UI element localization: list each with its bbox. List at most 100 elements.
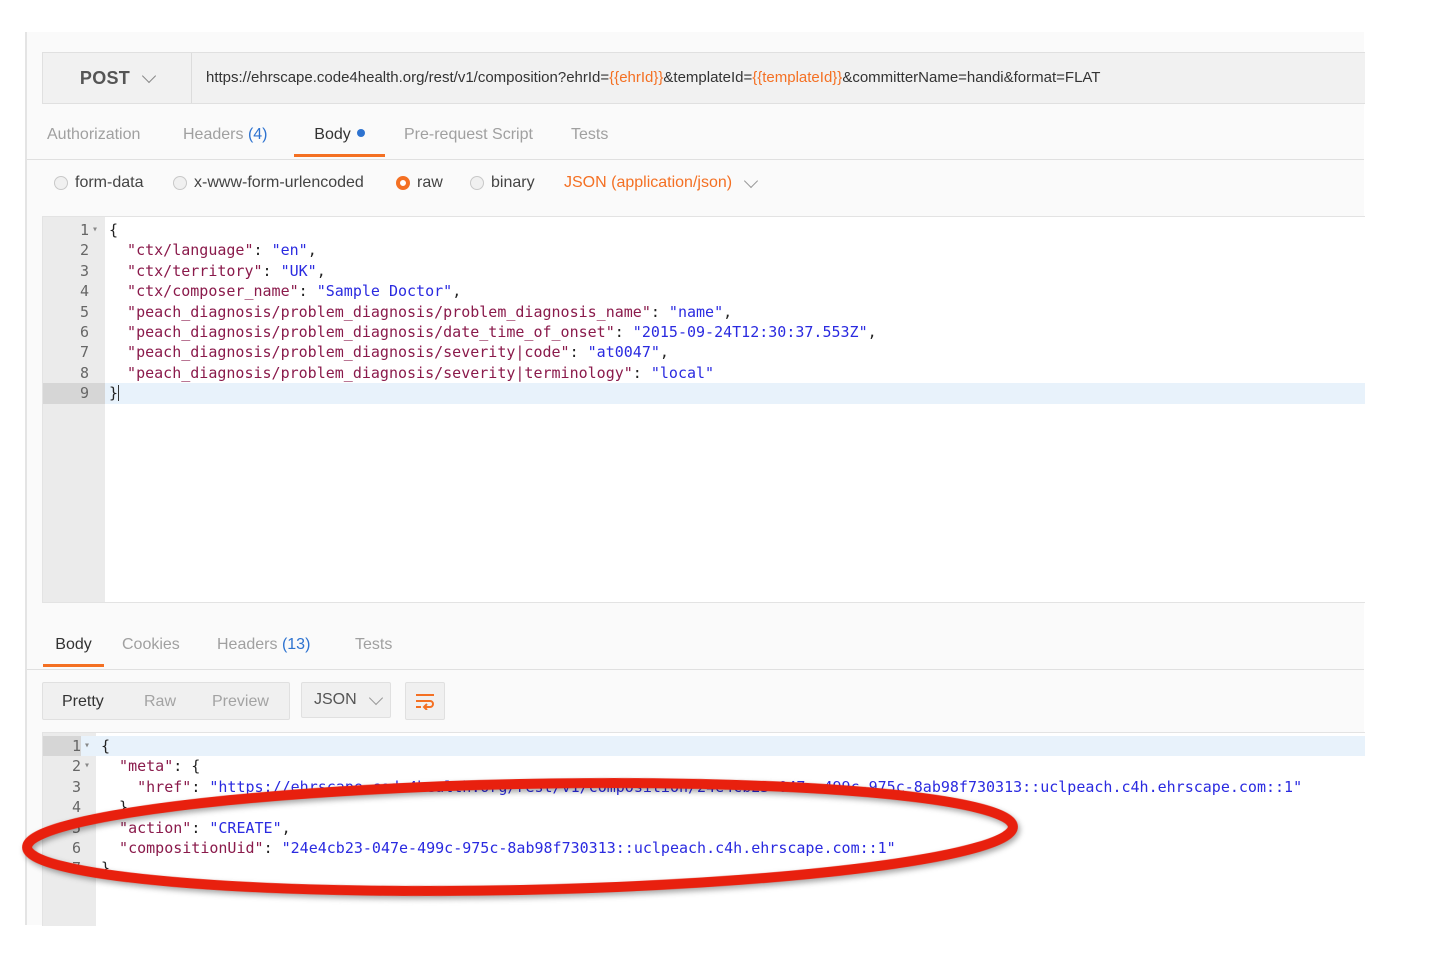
radio-form-data-label: form-data (75, 174, 144, 191)
json-key: "peach_diagnosis/problem_diagnosis/date_… (109, 322, 615, 341)
tab-response-headers[interactable]: Headers (13) (217, 619, 310, 667)
url-segment: &templateId= (663, 69, 753, 86)
url-input[interactable]: https://ehrscape.code4health.org/rest/v1… (206, 53, 1100, 103)
chevron-down-icon (142, 68, 157, 83)
json-key: "meta" (101, 757, 174, 776)
tab-response-tests-label: Tests (355, 636, 393, 653)
fold-arrow-icon[interactable]: ▾ (84, 736, 90, 756)
wrap-lines-button[interactable] (405, 682, 445, 720)
request-code-line: 5 "peach_diagnosis/problem_diagnosis/pro… (43, 302, 1365, 322)
url-variable: {{templateId}} (752, 69, 843, 86)
tab-prerequest-label: Pre-request Script (404, 126, 533, 143)
code-text: "peach_diagnosis/problem_diagnosis/date_… (109, 322, 877, 342)
method-label: POST (79, 67, 131, 88)
url-segment: &committerName=handi&format=FLAT (842, 69, 1101, 86)
json-string: "https://ehrscape.code4health.org/rest/v… (209, 777, 1303, 796)
tab-response-body[interactable]: Body (43, 619, 104, 667)
radio-raw[interactable]: raw (396, 168, 443, 198)
request-tabs: Authorization Headers (4) Body Pre-reque… (27, 109, 1364, 160)
radio-circle-icon (173, 176, 187, 190)
json-string: "2015-09-24T12:30:37.553Z" (632, 322, 868, 341)
view-raw-button[interactable]: Raw (144, 683, 176, 719)
radio-urlencoded-label: x-www-form-urlencoded (194, 174, 364, 191)
radio-binary[interactable]: binary (470, 168, 535, 198)
tab-headers[interactable]: Headers (4) (183, 109, 268, 157)
json-punctuation: : (191, 777, 210, 796)
json-punctuation: }, (101, 798, 138, 817)
radio-binary-label: binary (491, 174, 535, 191)
line-number: 1 (43, 736, 81, 757)
json-key: "peach_diagnosis/problem_diagnosis/sever… (109, 343, 570, 362)
method-dropdown[interactable]: POST (43, 53, 192, 103)
line-number: 2 (71, 757, 81, 776)
tab-body[interactable]: Body (294, 109, 385, 157)
tab-response-tests[interactable]: Tests (355, 619, 392, 667)
json-string: "at0047" (587, 343, 660, 362)
code-text: "meta": { (101, 756, 200, 776)
tab-authorization[interactable]: Authorization (47, 109, 140, 157)
modified-dot-icon (356, 129, 365, 137)
response-code-line: 3 "href": "https://ehrscape.code4health.… (43, 777, 1365, 797)
fold-arrow-icon[interactable]: ▾ (92, 220, 98, 240)
radio-selected-icon (396, 176, 410, 190)
response-format-label: JSON (314, 691, 357, 708)
tab-tests-label: Tests (571, 126, 609, 143)
code-text: "ctx/language": "en", (109, 240, 317, 260)
json-punctuation: , (281, 818, 291, 837)
wrap-lines-icon (416, 694, 434, 710)
code-text: "peach_diagnosis/problem_diagnosis/sever… (109, 363, 714, 383)
tab-body-label: Body (314, 126, 351, 143)
line-number: 1 (79, 221, 89, 239)
tab-cookies[interactable]: Cookies (122, 619, 180, 667)
line-number: 7 (71, 859, 81, 878)
content-type-dropdown[interactable]: JSON (application/json) (564, 168, 759, 198)
code-text: { (109, 220, 118, 240)
tab-prerequest-script[interactable]: Pre-request Script (404, 109, 533, 157)
json-key: "ctx/territory" (109, 261, 263, 280)
response-format-dropdown[interactable]: JSON (301, 682, 391, 718)
radio-form-data[interactable]: form-data (54, 168, 143, 198)
request-body-editor[interactable]: 1 ▾{2 "ctx/language": "en", 3 "ctx/territo… (42, 216, 1365, 603)
json-string: "local" (650, 363, 715, 382)
json-punctuation: : (614, 322, 633, 341)
json-key: "peach_diagnosis/problem_diagnosis/sever… (109, 363, 633, 382)
request-code-line: 9} (43, 383, 1365, 404)
response-tabs: Body Cookies Headers (13) Tests (27, 619, 1364, 670)
response-body-viewer[interactable]: 1 ▾ {2 ▾ "meta": {3 "href": "https://ehrsca… (42, 732, 1365, 926)
line-number: 3 (79, 261, 89, 280)
code-text: "peach_diagnosis/problem_diagnosis/sever… (109, 342, 669, 362)
json-punctuation: , (452, 282, 462, 301)
url-variable: {{ehrId}} (609, 69, 664, 86)
json-punctuation: } (109, 384, 119, 403)
code-text: "ctx/territory": "UK", (109, 261, 326, 281)
fold-arrow-icon[interactable]: ▾ (84, 756, 90, 776)
json-string: "CREATE" (209, 818, 282, 837)
json-punctuation: , (659, 343, 669, 362)
request-code-line: 6 "peach_diagnosis/problem_diagnosis/dat… (43, 322, 1365, 342)
code-text: } (109, 383, 120, 403)
request-code-line: 8 "peach_diagnosis/problem_diagnosis/sev… (43, 363, 1365, 383)
chevron-down-icon (368, 690, 383, 705)
view-preview-button[interactable]: Preview (212, 683, 269, 719)
json-punctuation: , (867, 322, 877, 341)
request-code-line: 1 ▾ { (43, 220, 1365, 240)
json-punctuation: : { (173, 757, 201, 776)
tab-headers-label: Headers (183, 126, 244, 143)
view-pretty-button[interactable]: Pretty (62, 683, 104, 719)
json-key: "ctx/composer_name" (109, 282, 299, 301)
line-number: 7 (79, 343, 89, 362)
response-code-line: 2 ▾ "meta": { (43, 756, 1365, 776)
json-key: "href" (101, 777, 192, 796)
json-key: "ctx/language" (109, 241, 254, 260)
json-string: "UK" (280, 261, 317, 280)
tab-response-headers-label: Headers (217, 636, 278, 653)
tab-authorization-label: Authorization (47, 126, 141, 143)
chevron-down-icon (744, 173, 759, 188)
code-text: "href": "https://ehrscape.code4health.or… (101, 777, 1302, 797)
radio-urlencoded[interactable]: x-www-form-urlencoded (173, 168, 364, 198)
code-text: "action": "CREATE", (101, 818, 291, 838)
json-punctuation: : (569, 343, 588, 362)
tab-tests[interactable]: Tests (571, 109, 608, 157)
code-text: { (101, 736, 110, 756)
line-number: 5 (79, 302, 89, 321)
